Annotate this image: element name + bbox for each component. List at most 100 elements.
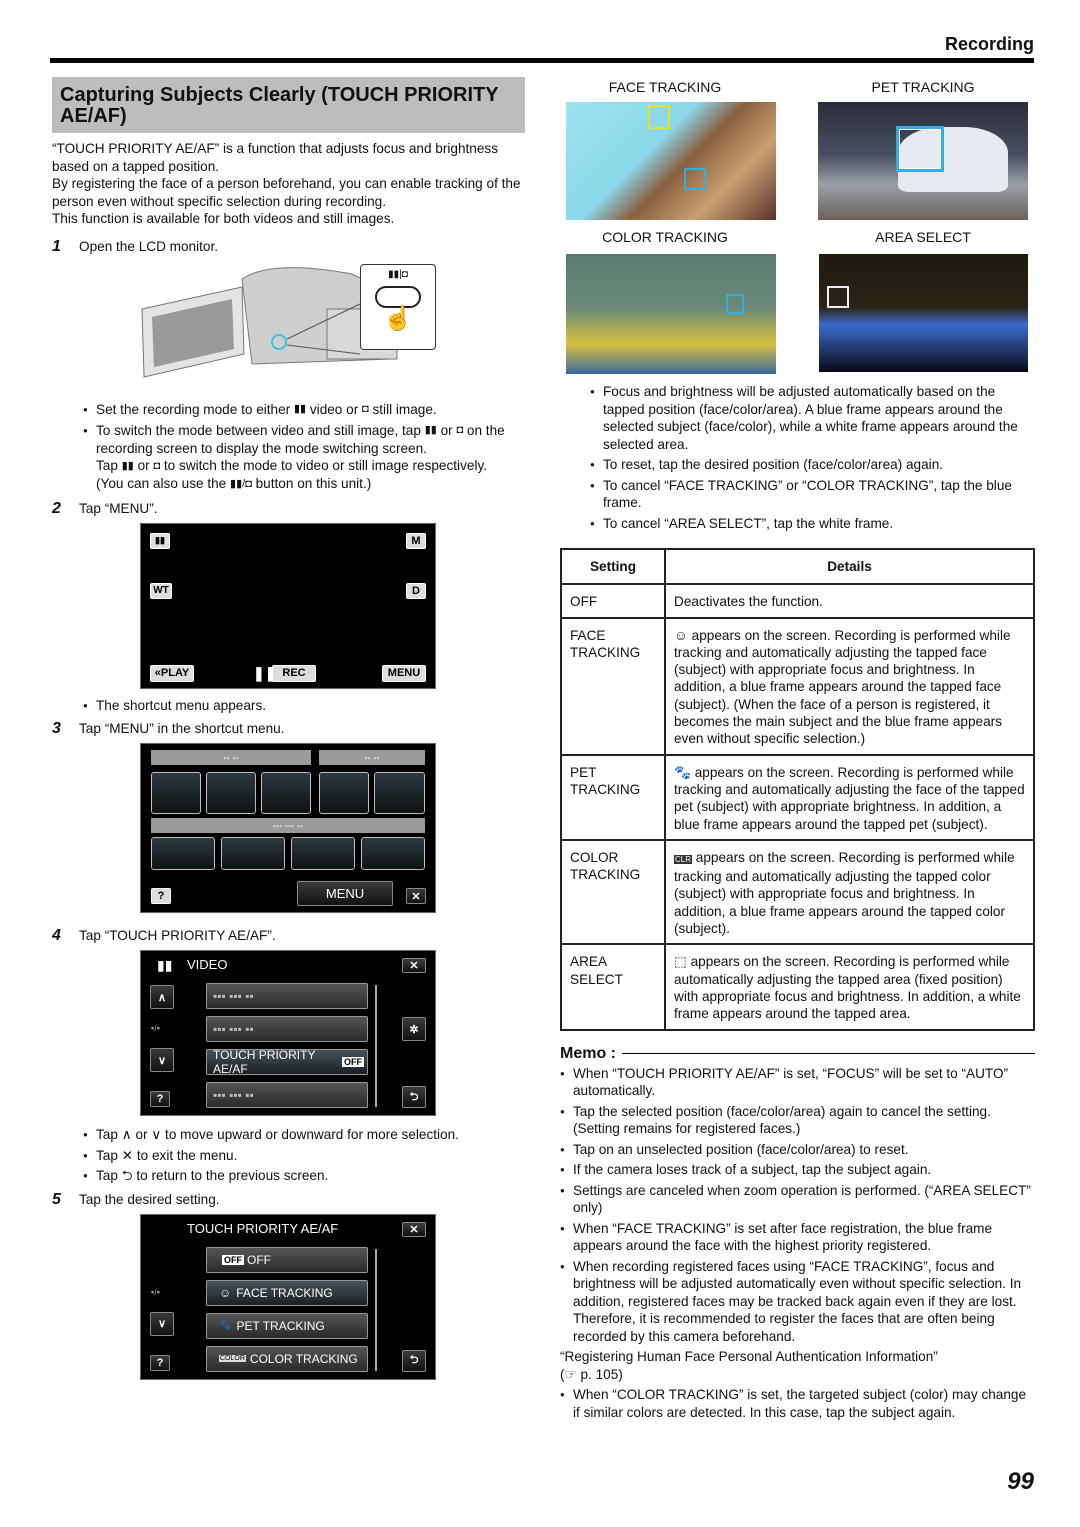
step-3: 3 Tap “MENU” in the shortcut menu. (52, 720, 285, 738)
pet-tracking-icon: 🐾 (674, 764, 691, 780)
video-icon: ▮▮ (293, 403, 307, 416)
video-mode-button[interactable]: ▮▮ (150, 532, 170, 549)
page-reference[interactable]: (☞ p. 105) (560, 1366, 1035, 1384)
menu-item[interactable]: ▪▪▪ ▪▪▪ ▪▪ (206, 983, 368, 1010)
memo-item: When “TOUCH PRIORITY AE/AF” is set, “FOC… (560, 1065, 1035, 1100)
touch-priority-screen: TOUCH PRIORITY AE/AF ✕ ▪/▪ ∨ ? OFF OFF ☺ F… (140, 1213, 436, 1380)
step-5: 5 Tap the desired setting. (52, 1190, 220, 1208)
blue-frame (684, 168, 706, 190)
back-button[interactable]: ⮌ (402, 1086, 426, 1109)
table-header-row: Setting Details (560, 547, 1035, 586)
pet-tracking-icon: 🐾 (219, 1320, 232, 1332)
shortcut-tile[interactable] (291, 837, 355, 871)
close-button[interactable]: ✕ (406, 888, 426, 905)
video-icon: ▮▮ (424, 424, 437, 437)
menu-item-touch-priority[interactable]: TOUCH PRIORITY AE/AF OFF (206, 1048, 368, 1076)
area-select-photo (819, 254, 1028, 372)
scrollbar[interactable] (375, 985, 377, 1108)
help-button[interactable]: ? (151, 888, 171, 905)
video-camera-icon: ▮▮ (157, 957, 173, 974)
example-caption: PET TRACKING (871, 79, 975, 95)
memo-item: Tap the selected position (face/color/ar… (560, 1103, 1035, 1138)
help-button[interactable]: ? (150, 1354, 170, 1371)
shortcut-tile[interactable] (151, 772, 201, 815)
wt-button[interactable]: WT (150, 582, 172, 599)
video-still-icon: ▮▮/◘ (230, 478, 252, 491)
hand-pointer-icon: ☝ (383, 304, 413, 332)
back-button[interactable]: ⮌ (402, 1349, 426, 1372)
info-bullet: Focus and brightness will be adjusted au… (590, 383, 1035, 453)
color-tracking-icon: CLR (674, 854, 693, 864)
examples-grid: FACE TRACKING PET TRACKING COLOR TRACKIN… (560, 77, 1035, 377)
option-color-tracking[interactable]: COLOR COLOR TRACKING (206, 1345, 368, 1372)
step2-note: The shortcut menu appears. (83, 697, 527, 715)
close-button[interactable]: ✕ (402, 958, 426, 974)
intro-text: “TOUCH PRIORITY AE/AF” is a function tha… (52, 141, 499, 174)
m-button[interactable]: M (406, 532, 426, 549)
scroll-down-button[interactable]: ∨ (150, 1048, 174, 1073)
memo-heading: Memo : (560, 1045, 1035, 1063)
option-pet-tracking[interactable]: 🐾 PET TRACKING (206, 1312, 368, 1339)
shortcut-tile[interactable] (151, 837, 215, 871)
step4-note: Tap ∧ or ∨ to move upward or downward fo… (83, 1126, 527, 1144)
info-bullet: To cancel “AREA SELECT”, tap the white f… (590, 515, 1035, 533)
category-bar: ▪▪▪ ▪▪▪ ▪▪ (151, 818, 425, 834)
off-badge: OFF (342, 1057, 364, 1068)
menu-item[interactable]: ▪▪▪ ▪▪▪ ▪▪ (206, 1016, 368, 1043)
step4-note: Tap ✕ to exit the menu. (83, 1147, 527, 1165)
menu-button[interactable]: MENU (382, 664, 426, 682)
menu-title: VIDEO (187, 957, 228, 973)
rec-button[interactable]: REC (272, 664, 316, 682)
up-icon: ∧ (121, 1127, 132, 1143)
face-tracking-icon: ☺ (674, 627, 688, 643)
blue-frame (896, 126, 944, 172)
shortcut-tile[interactable] (221, 837, 285, 871)
scroll-down-button[interactable]: ∨ (150, 1311, 174, 1336)
top-rule (50, 58, 1034, 63)
play-button[interactable]: «PLAY (150, 664, 194, 682)
cross-reference-link[interactable]: “Registering Human Face Personal Authent… (560, 1348, 1035, 1366)
option-off[interactable]: OFF OFF (206, 1246, 368, 1273)
scrollbar[interactable] (375, 1248, 377, 1371)
video-still-icon: ▮▮|◘ (388, 268, 408, 280)
table-row: FACE TRACKING ☺ appears on the screen. Re… (560, 616, 1035, 756)
shortcut-tile[interactable] (361, 837, 425, 871)
right-column: FACE TRACKING PET TRACKING COLOR TRACKIN… (560, 77, 1035, 1424)
settings-button[interactable]: ✲ (402, 1017, 426, 1042)
area-select-icon: ⬚ (674, 954, 687, 970)
option-face-tracking[interactable]: ☺ FACE TRACKING (206, 1279, 368, 1306)
menu-button[interactable]: MENU (297, 881, 393, 907)
off-icon: OFF (222, 1254, 244, 1265)
step-4: 4 Tap “TOUCH PRIORITY AE/AF”. (52, 927, 276, 945)
white-frame (827, 286, 849, 308)
table-row: PET TRACKING 🐾 appears on the screen. Rec… (560, 753, 1035, 841)
help-button[interactable]: ? (150, 1091, 170, 1108)
memo-item: When “FACE TRACKING” is set after face r… (560, 1220, 1035, 1255)
shortcut-tile[interactable] (206, 772, 256, 815)
intro-text: This function is available for both vide… (52, 211, 395, 226)
shortcut-menu-screen: ▪▪ ▪▪ ▪▪ ▪▪ ▪▪▪ ▪▪▪ ▪▪ ? MENU ✕ (140, 743, 436, 914)
d-button[interactable]: D (406, 582, 426, 599)
back-icon: ⮌ (121, 1168, 133, 1184)
memo-item: When recording registered faces using “F… (560, 1258, 1035, 1346)
step-2: 2 Tap “MENU”. (52, 499, 158, 517)
scroll-up-button[interactable]: ∧ (150, 985, 174, 1010)
video-icon: ▮▮ (121, 459, 134, 472)
step-1: 1 Open the LCD monitor. (52, 237, 219, 255)
example-caption: AREA SELECT (875, 229, 971, 245)
category-bar: ▪▪ ▪▪ (151, 750, 311, 766)
example-caption: FACE TRACKING (608, 79, 722, 95)
shortcut-tile[interactable] (319, 772, 369, 815)
shortcut-tile[interactable] (261, 772, 311, 815)
intro-text: By registering the face of a person befo… (52, 176, 521, 209)
close-icon: ✕ (121, 1147, 134, 1163)
memo-item: If the camera loses track of a subject, … (560, 1161, 1035, 1179)
menu-item[interactable]: ▪▪▪ ▪▪▪ ▪▪ (206, 1082, 368, 1109)
camera-illustration: ▮▮|◘ ☝ (52, 259, 527, 389)
header-details: Details (664, 547, 1035, 586)
video-menu-screen: ▮▮ VIDEO ✕ ∧ ▪/▪ ∨ ? ▪▪▪ ▪▪▪ ▪▪ ▪▪▪ ▪▪▪ … (140, 950, 436, 1117)
shortcut-tile[interactable] (374, 772, 425, 815)
camera-icon: ◘ (153, 459, 161, 472)
close-button[interactable]: ✕ (402, 1221, 426, 1237)
example-caption: COLOR TRACKING (602, 229, 728, 245)
